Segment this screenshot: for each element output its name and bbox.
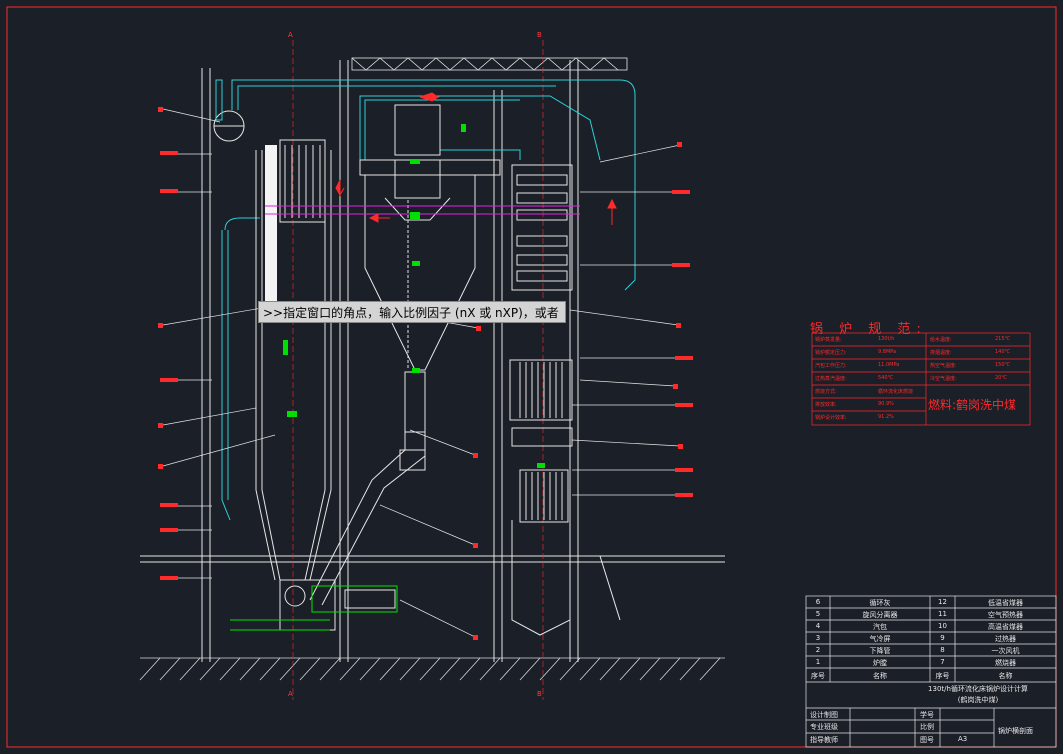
- label-major: 专业班级: [810, 723, 838, 731]
- parts-cell: 高温省煤器: [988, 623, 1023, 631]
- spec-cell: 锅炉设计效率:: [815, 415, 847, 421]
- spec-cell: 215℃: [995, 336, 1011, 342]
- drawing-name: 锅炉横剖面: [998, 727, 1033, 735]
- fuel-label: 燃料:鹤岗洗中煤: [928, 398, 1017, 412]
- axis-label-a-top: A: [288, 31, 293, 39]
- parts-cell: 1: [815, 658, 821, 666]
- parts-cell: 燃烧器: [995, 659, 1016, 667]
- spec-cell: 90.9%: [878, 401, 894, 407]
- parts-header-cell: 名称: [998, 672, 1013, 680]
- sheet-value: A3: [958, 735, 968, 743]
- water-circuit: [221, 79, 636, 521]
- level-markers: [283, 124, 545, 468]
- parts-cell: 10: [938, 622, 947, 630]
- parts-cell: 5: [815, 610, 821, 618]
- parts-header-cell: 名称: [873, 672, 887, 680]
- parts-cell: 下降管: [869, 647, 891, 655]
- spec-cell: 过热蒸汽温度:: [815, 376, 847, 382]
- project-subtitle: (鹤岗洗中煤): [957, 696, 999, 704]
- cyclone-separator: [309, 104, 501, 606]
- spec-cell: 9.8MPa: [878, 349, 897, 355]
- spec-cell: 140℃: [995, 349, 1011, 355]
- label-advisor: 指导教师: [810, 736, 838, 744]
- spec-cell: 540℃: [878, 375, 894, 381]
- parts-header-cell: 序号: [811, 672, 825, 680]
- spec-cell: 锅炉蒸发量:: [815, 337, 842, 343]
- spec-cell: 汽包工作压力:: [815, 363, 847, 369]
- leader-lines-left: [162, 108, 276, 579]
- parts-cell: 8: [940, 646, 945, 654]
- spec-cell: 20℃: [995, 375, 1007, 381]
- axis-label-b-bottom: B: [537, 690, 542, 698]
- leader-tags-left: [158, 107, 178, 580]
- spec-cell: 91.2%: [878, 414, 894, 420]
- label-sheet: 图号: [920, 736, 934, 744]
- label-scale: 比例: [920, 723, 934, 731]
- back-pass: [509, 164, 573, 636]
- spec-cell: 排放效率:: [815, 402, 837, 408]
- axis-label-a-bottom: A: [288, 690, 293, 698]
- parts-cell: 循环灰: [869, 599, 891, 607]
- spec-cell: 燃烧方式:: [815, 389, 837, 395]
- ground-hatch: [139, 657, 725, 681]
- parts-cell: 炉膛: [873, 659, 887, 667]
- spec-cell: 11.0MPa: [878, 362, 900, 368]
- parts-cell: 过热器: [995, 635, 1016, 643]
- spec-cell: 热空气温度:: [930, 363, 957, 369]
- spec-cell: 冷空气温度:: [930, 376, 957, 382]
- parts-cell: 6: [815, 598, 821, 606]
- parts-cell: 12: [938, 598, 947, 606]
- project-title: 130t/h循环流化床锅炉设计计算: [928, 685, 1028, 693]
- spec-cell: 循环流化床燃烧: [878, 389, 914, 395]
- parts-cell: 旋风分离器: [862, 611, 898, 619]
- parts-cell: 空气预热器: [988, 611, 1023, 619]
- parts-cell: 3: [815, 634, 821, 642]
- roof-truss: [351, 57, 628, 71]
- parts-cell: 2: [815, 646, 821, 654]
- parts-cell: 气冷屏: [869, 635, 891, 643]
- spec-cell: 150℃: [995, 362, 1011, 368]
- spec-cell: 锅炉额定压力:: [815, 350, 847, 356]
- parts-cell: 7: [940, 658, 945, 666]
- parts-cell: 11: [938, 610, 947, 618]
- spec-cell: 130t/h: [878, 336, 895, 342]
- parts-cell: 一次风机: [991, 647, 1020, 655]
- parts-cell: 4: [815, 622, 821, 630]
- parts-header-cell: 序号: [935, 672, 950, 680]
- spec-cell: 排烟温度:: [930, 350, 952, 356]
- leader-tags-right: [473, 142, 693, 640]
- spec-title: 锅 炉 规 范:: [810, 322, 927, 337]
- spec-cell: 给水温度:: [930, 337, 952, 343]
- parts-cell: 汽包: [873, 623, 887, 631]
- parts-cell: 低温省煤器: [988, 599, 1023, 607]
- command-prompt-tooltip: >>指定窗口的角点，输入比例因子 (nX 或 nXP)，或者: [258, 301, 566, 323]
- parts-cell: 9: [940, 634, 945, 642]
- steam-drum: [213, 79, 245, 142]
- flow-arrows: [335, 92, 617, 225]
- label-drawn: 设计制图: [810, 711, 838, 719]
- axis-label-b-top: B: [537, 31, 542, 39]
- label-student-no: 学号: [920, 711, 934, 719]
